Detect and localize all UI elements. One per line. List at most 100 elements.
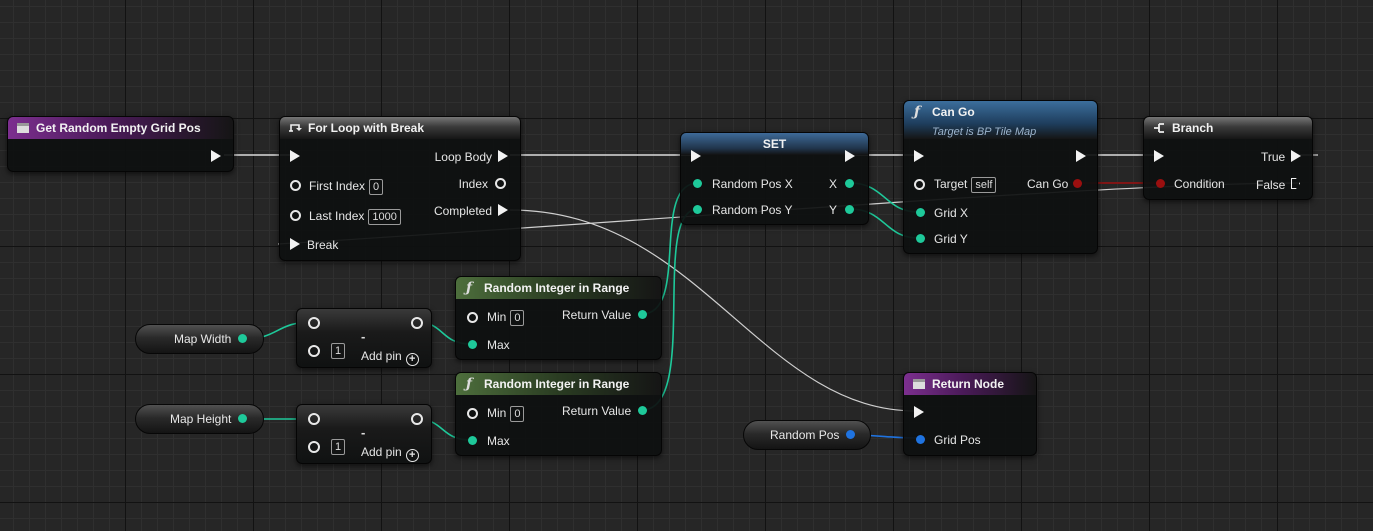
subtract-2-b-pin[interactable]	[308, 441, 320, 453]
branch-icon	[1154, 123, 1164, 133]
break-label: Break	[307, 238, 339, 252]
grid-x-label: Grid X	[934, 206, 969, 220]
subtract-node-2[interactable]: - 1 Add pin +	[296, 404, 432, 464]
random-int-1-min-pin[interactable]	[467, 312, 478, 323]
grid-y-in-pin[interactable]	[916, 234, 925, 243]
subtract-2-add-pin-label: Add pin	[361, 445, 402, 459]
loop-icon	[289, 124, 302, 132]
wire-layer	[224, 154, 1318, 441]
branch-node[interactable]: Branch Condition True False	[1143, 116, 1313, 200]
subtract-node-1[interactable]: - 1 Add pin +	[296, 308, 432, 368]
branch-exec-in-pin[interactable]	[1154, 150, 1164, 162]
break-exec-in-pin[interactable]	[290, 238, 300, 250]
return-node[interactable]: Return Node Grid Pos	[903, 372, 1037, 456]
subtract-2-a-pin[interactable]	[308, 413, 320, 425]
map-width-variable[interactable]: Map Width	[135, 324, 264, 354]
subtract-1-a-pin[interactable]	[308, 317, 320, 329]
random-int-1-return-pin[interactable]	[638, 310, 647, 319]
can-go-title: Can Go	[932, 105, 975, 119]
random-int-1-max-pin[interactable]	[468, 340, 477, 349]
last-index-pin-dot[interactable]	[290, 210, 301, 221]
random-pos-variable[interactable]: Random Pos	[743, 420, 871, 450]
for-loop-with-break-node[interactable]: For Loop with Break First Index 0 Last In…	[279, 116, 521, 261]
random-int-1-min-label: Min	[487, 310, 507, 324]
first-index-pin-dot[interactable]	[290, 180, 301, 191]
map-height-variable[interactable]: Map Height	[135, 404, 264, 434]
completed-label: Completed	[433, 204, 492, 218]
set-y-out-pin[interactable]	[845, 205, 854, 214]
random-int-2-header: ƒ Random Integer in Range	[456, 373, 661, 395]
can-go-bool-out-pin[interactable]	[1073, 179, 1082, 188]
subtract-2-add-pin-button[interactable]: Add pin +	[361, 445, 419, 462]
event-node-get-random-empty-grid-pos[interactable]: Get Random Empty Grid Pos	[7, 116, 234, 172]
return-node-title: Return Node	[932, 377, 1004, 391]
set-node[interactable]: SET Random Pos X Random Pos Y X Y	[680, 132, 869, 225]
random-int-1-header: ƒ Random Integer in Range	[456, 277, 661, 299]
set-x-out-label: X	[829, 177, 838, 191]
grid-pos-in-pin[interactable]	[916, 435, 925, 444]
target-pin-label: Target self	[934, 177, 997, 193]
random-int-1-return-label: Return Value	[562, 308, 632, 322]
true-exec-out-pin[interactable]	[1291, 150, 1301, 162]
can-go-node[interactable]: ƒ Can Go Target is BP Tile Map Target sel…	[903, 100, 1098, 254]
function-icon: ƒ	[466, 280, 473, 296]
random-int-2-min-field[interactable]: 0	[510, 406, 525, 422]
last-index-pin[interactable]: Last Index 1000	[290, 209, 401, 225]
random-pos-out-pin[interactable]	[846, 430, 855, 439]
random-int-1-min-field[interactable]: 0	[510, 310, 525, 326]
condition-label: Condition	[1174, 177, 1225, 191]
subtract-2-b-field[interactable]: 1	[331, 439, 346, 455]
for-loop-exec-in-pin[interactable]	[290, 150, 300, 162]
can-go-subtitle: Target is BP Tile Map	[932, 126, 1037, 138]
event-exec-out-pin[interactable]	[211, 150, 221, 162]
subtract-1-operator: -	[361, 329, 366, 344]
set-node-title: SET	[762, 137, 787, 151]
can-go-exec-in-pin[interactable]	[914, 150, 924, 162]
add-pin-plus-icon[interactable]: +	[405, 353, 419, 366]
grid-x-in-pin[interactable]	[916, 208, 925, 217]
target-in-pin[interactable]	[914, 179, 925, 190]
set-exec-out-pin[interactable]	[845, 150, 855, 162]
last-index-label: Last Index	[309, 209, 365, 223]
map-height-label: Map Height	[170, 412, 232, 426]
map-height-out-pin[interactable]	[238, 414, 247, 423]
subtract-1-add-pin-button[interactable]: Add pin +	[361, 349, 419, 366]
random-pos-y-in-pin[interactable]	[693, 205, 702, 214]
map-width-out-pin[interactable]	[238, 334, 247, 343]
random-int-1-max-label: Max	[487, 338, 510, 352]
random-pos-x-label: Random Pos X	[712, 177, 793, 191]
subtract-1-out-pin[interactable]	[411, 317, 423, 329]
target-value-field[interactable]: self	[971, 177, 997, 193]
add-pin-plus-icon[interactable]: +	[405, 449, 419, 462]
event-node-title: Get Random Empty Grid Pos	[36, 121, 201, 135]
grid-y-label: Grid Y	[934, 232, 968, 246]
random-pos-x-in-pin[interactable]	[693, 179, 702, 188]
random-int-2-return-pin[interactable]	[638, 406, 647, 415]
first-index-value-field[interactable]: 0	[369, 179, 384, 195]
random-integer-in-range-node-2[interactable]: ƒ Random Integer in Range Min 0 Max Retur…	[455, 372, 662, 456]
function-entry-icon	[17, 123, 29, 133]
loop-body-exec-out-pin[interactable]	[498, 150, 508, 162]
random-integer-in-range-node-1[interactable]: ƒ Random Integer in Range Min 0 Max Retur…	[455, 276, 662, 360]
random-int-2-min-pin[interactable]	[467, 408, 478, 419]
condition-in-pin[interactable]	[1156, 179, 1165, 188]
set-node-header: SET	[681, 133, 868, 155]
random-int-1-min-row: Min 0	[487, 310, 525, 326]
set-exec-in-pin[interactable]	[691, 150, 701, 162]
target-label: Target	[934, 177, 968, 191]
index-out-pin[interactable]	[495, 178, 506, 189]
subtract-2-out-pin[interactable]	[411, 413, 423, 425]
set-x-out-pin[interactable]	[845, 179, 854, 188]
last-index-value-field[interactable]: 1000	[368, 209, 401, 225]
event-node-header: Get Random Empty Grid Pos	[8, 117, 233, 139]
return-exec-in-pin[interactable]	[914, 406, 924, 418]
random-int-2-max-pin[interactable]	[468, 436, 477, 445]
can-go-exec-out-pin[interactable]	[1076, 150, 1086, 162]
false-exec-out-pin[interactable]	[1291, 178, 1300, 189]
first-index-pin[interactable]: First Index 0	[290, 179, 384, 195]
subtract-1-b-pin[interactable]	[308, 345, 320, 357]
random-pos-label: Random Pos	[770, 428, 840, 442]
subtract-1-b-field[interactable]: 1	[331, 343, 346, 359]
random-pos-y-label: Random Pos Y	[712, 203, 793, 217]
completed-exec-out-pin[interactable]	[498, 204, 508, 216]
